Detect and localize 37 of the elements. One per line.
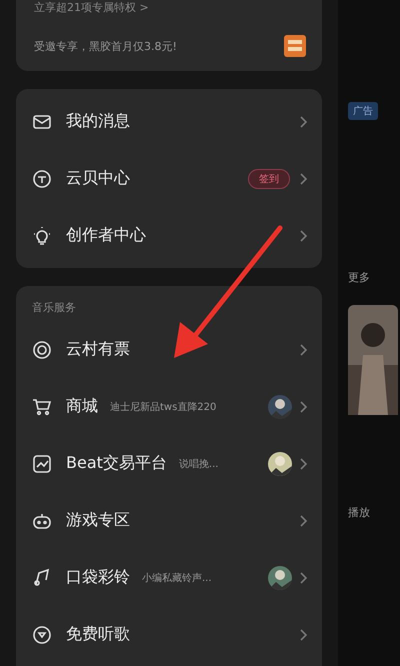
chevron-icon: [300, 514, 308, 526]
sign-in-tag[interactable]: 签到: [248, 168, 290, 188]
coin-icon: [32, 168, 52, 188]
section-title: 音乐服务: [32, 300, 77, 315]
menu-item[interactable]: 商城 迪士尼新品tws直降220: [32, 378, 308, 435]
menu-item[interactable]: 我的消息: [32, 93, 308, 150]
menu-item[interactable]: 云村有票: [32, 321, 308, 378]
chevron-icon: [300, 172, 308, 184]
chevron-icon: [300, 344, 308, 356]
note-icon: [32, 568, 52, 588]
cart-icon: [32, 396, 52, 416]
promo-text: 迪士尼新品tws直降220: [110, 400, 216, 414]
chart-icon: [32, 454, 52, 474]
ad-tag: 广告: [348, 102, 378, 120]
chevron-icon: [300, 230, 308, 242]
offer-text: 受邀专享，黑胶首月仅3.8元!: [34, 38, 178, 54]
chevron-icon: [300, 400, 308, 412]
more-link[interactable]: 更多: [348, 270, 370, 285]
chevron-icon: [300, 458, 308, 470]
circle-icon: [32, 624, 52, 644]
perk-link[interactable]: 立享超21项专属特权 >: [34, 0, 306, 15]
menu-item[interactable]: 游戏专区: [32, 492, 308, 549]
vip-icon: [284, 35, 306, 57]
chevron-icon: [300, 116, 308, 128]
lightbulb-icon: [32, 226, 52, 246]
menu-item[interactable]: 免费听歌: [32, 606, 308, 663]
play-label[interactable]: 播放: [348, 505, 370, 520]
chevron-icon: [300, 628, 308, 640]
menu-item[interactable]: 创作者中心: [32, 207, 308, 264]
promo-text: 小编私藏铃声...: [142, 572, 212, 584]
ticket-icon: [32, 340, 52, 360]
vip-card[interactable]: 立享超21项专属特权 > 受邀专享，黑胶首月仅3.8元!: [16, 0, 322, 71]
menu-item[interactable]: Beat交易平台 说唱挽...: [32, 435, 308, 492]
menu-item[interactable]: 云贝中心 签到: [32, 150, 308, 207]
menu-item[interactable]: 口袋彩铃 小编私藏铃声...: [32, 549, 308, 606]
chevron-icon: [300, 572, 308, 584]
promo-text: 说唱挽...: [178, 458, 218, 470]
